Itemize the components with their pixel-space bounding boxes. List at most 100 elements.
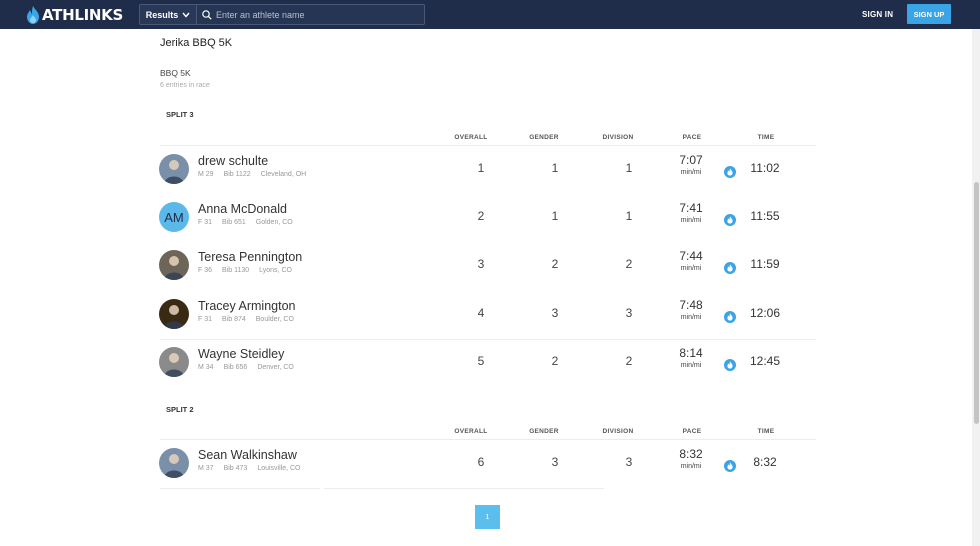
finish-time: 11:55 bbox=[750, 209, 780, 223]
athlete-location: Boulder, CO bbox=[255, 316, 294, 323]
rank-gender: 2 bbox=[551, 257, 559, 271]
results-dropdown-label: Results bbox=[145, 9, 179, 20]
event-title: Jerika BBQ 5K bbox=[160, 37, 233, 49]
athlete-meta: F 31 Bib 651 Golden, CO bbox=[198, 219, 303, 226]
split-label: SPLIT 2 bbox=[166, 405, 194, 414]
result-row[interactable]: Teresa Pennington F 36 Bib 1130 Lyons, CO 3 2… bbox=[159, 247, 816, 287]
avatar-photo bbox=[159, 448, 189, 478]
result-row[interactable]: Tracey Armington F 31 Bib 874 Boulder, CO 4 3… bbox=[159, 296, 816, 336]
results-dropdown[interactable]: Results bbox=[140, 5, 197, 24]
chevron-down-icon bbox=[182, 12, 190, 18]
rank-division: 1 bbox=[625, 209, 633, 223]
pace-cell: 8:14 min/mi bbox=[671, 347, 711, 371]
athlete-gender-age: M 34 bbox=[198, 364, 214, 371]
athlete-bib: Bib 1122 bbox=[223, 171, 251, 178]
rank-division: 2 bbox=[625, 257, 633, 271]
rank-gender: 3 bbox=[551, 306, 559, 320]
athlete-bib: Bib 473 bbox=[223, 465, 248, 472]
flame-icon bbox=[724, 358, 736, 371]
pace-value: 8:32 bbox=[679, 447, 703, 461]
athlete-name[interactable]: Teresa Pennington bbox=[198, 250, 302, 264]
row-divider bbox=[324, 488, 604, 489]
athlete-location: Golden, CO bbox=[255, 219, 293, 226]
row-divider bbox=[160, 339, 816, 340]
finish-time: 8:32 bbox=[753, 455, 777, 469]
flame-icon bbox=[724, 165, 736, 178]
athlete-location: Cleveland, OH bbox=[260, 171, 307, 178]
pace-cell: 7:48 min/mi bbox=[671, 299, 711, 323]
flame-icon bbox=[724, 262, 736, 274]
pace-unit: min/mi bbox=[680, 463, 702, 470]
search-field bbox=[197, 5, 424, 24]
pace-unit: min/mi bbox=[680, 265, 702, 272]
athlete-gender-age: F 36 bbox=[198, 267, 213, 274]
result-row[interactable]: Wayne Steidley M 34 Bib 656 Denver, CO 5 2 2 8:… bbox=[159, 344, 816, 384]
athlete-meta: F 31 Bib 874 Boulder, CO bbox=[198, 316, 304, 323]
entries-count: 6 entries in race bbox=[160, 82, 210, 89]
athlete-gender-age: M 37 bbox=[198, 465, 214, 472]
finish-time: 11:02 bbox=[750, 161, 780, 175]
pagination-page-button[interactable]: 1 bbox=[475, 505, 500, 529]
athlinks-logo[interactable]: ATHLINKS bbox=[26, 5, 123, 25]
athlete-bib: Bib 651 bbox=[222, 219, 246, 226]
athlete-search-input[interactable] bbox=[212, 8, 418, 21]
search-icon bbox=[202, 9, 212, 20]
athlete-location: Louisville, CO bbox=[257, 465, 301, 472]
result-row[interactable]: Sean Walkinshaw M 37 Bib 473 Louisville, CO… bbox=[159, 445, 816, 485]
athlete-location: Denver, CO bbox=[257, 364, 294, 371]
pace-cell: 7:07 min/mi bbox=[671, 154, 711, 178]
athlete-meta: M 34 Bib 656 Denver, CO bbox=[198, 364, 304, 371]
pace-unit: min/mi bbox=[680, 169, 702, 176]
rank-division: 2 bbox=[625, 354, 633, 368]
avatar-photo bbox=[159, 299, 189, 329]
athlete-name[interactable]: Anna McDonald bbox=[198, 202, 287, 216]
result-row[interactable]: drew schulte M 29 Bib 1122 Cleveland, OH 1 1 1… bbox=[159, 151, 816, 191]
flame-icon bbox=[724, 261, 736, 274]
rank-division: 3 bbox=[625, 455, 633, 469]
athlete-bib: Bib 1130 bbox=[222, 267, 250, 274]
rank-gender: 2 bbox=[551, 354, 559, 368]
column-header-overall: OVERALL bbox=[454, 428, 488, 435]
top-navigation: ATHLINKS Results SIGN IN SIGN UP bbox=[0, 0, 980, 29]
avatar-photo bbox=[159, 347, 189, 377]
avatar-photo bbox=[159, 250, 189, 280]
row-divider bbox=[160, 145, 816, 146]
flame-icon bbox=[724, 214, 736, 226]
scrollbar-thumb[interactable] bbox=[974, 182, 979, 424]
pace-value: 7:07 bbox=[679, 153, 703, 167]
athlete-avatar[interactable] bbox=[159, 299, 189, 329]
column-header-division: DIVISION bbox=[602, 134, 634, 141]
finish-time: 11:59 bbox=[750, 257, 780, 271]
row-divider bbox=[160, 439, 816, 440]
rank-overall: 3 bbox=[477, 257, 485, 271]
athlete-avatar[interactable]: AM bbox=[159, 202, 189, 232]
rank-gender: 3 bbox=[551, 455, 559, 469]
sign-in-link[interactable]: SIGN IN bbox=[862, 10, 893, 19]
flame-icon bbox=[724, 213, 736, 226]
column-header-time: TIME bbox=[757, 428, 775, 435]
athlete-avatar[interactable] bbox=[159, 154, 189, 184]
sign-up-button[interactable]: SIGN UP bbox=[907, 4, 951, 24]
rank-division: 3 bbox=[625, 306, 633, 320]
finish-time: 12:45 bbox=[749, 354, 781, 368]
athlete-name[interactable]: Wayne Steidley bbox=[198, 347, 284, 361]
rank-gender: 1 bbox=[551, 209, 559, 223]
athlete-avatar[interactable] bbox=[159, 250, 189, 280]
athlete-name[interactable]: drew schulte bbox=[198, 154, 268, 168]
athlete-avatar[interactable] bbox=[159, 448, 189, 478]
column-header-time: TIME bbox=[757, 134, 775, 141]
pace-cell: 7:44 min/mi bbox=[671, 250, 711, 274]
athlete-avatar[interactable] bbox=[159, 347, 189, 377]
column-header-division: DIVISION bbox=[602, 428, 634, 435]
column-header-gender: GENDER bbox=[529, 428, 559, 435]
flame-icon bbox=[724, 311, 736, 323]
athlete-name[interactable]: Tracey Armington bbox=[198, 299, 296, 313]
rank-division: 1 bbox=[625, 161, 633, 175]
column-header-overall: OVERALL bbox=[454, 134, 488, 141]
flame-icon bbox=[724, 460, 736, 472]
result-row[interactable]: AM Anna McDonald F 31 Bib 651 Golden, CO 2 1 1 7… bbox=[159, 199, 816, 239]
athlete-gender-age: F 31 bbox=[198, 219, 213, 226]
flame-icon bbox=[724, 459, 736, 472]
athlete-name[interactable]: Sean Walkinshaw bbox=[198, 448, 297, 462]
athlete-bib: Bib 874 bbox=[222, 316, 246, 323]
